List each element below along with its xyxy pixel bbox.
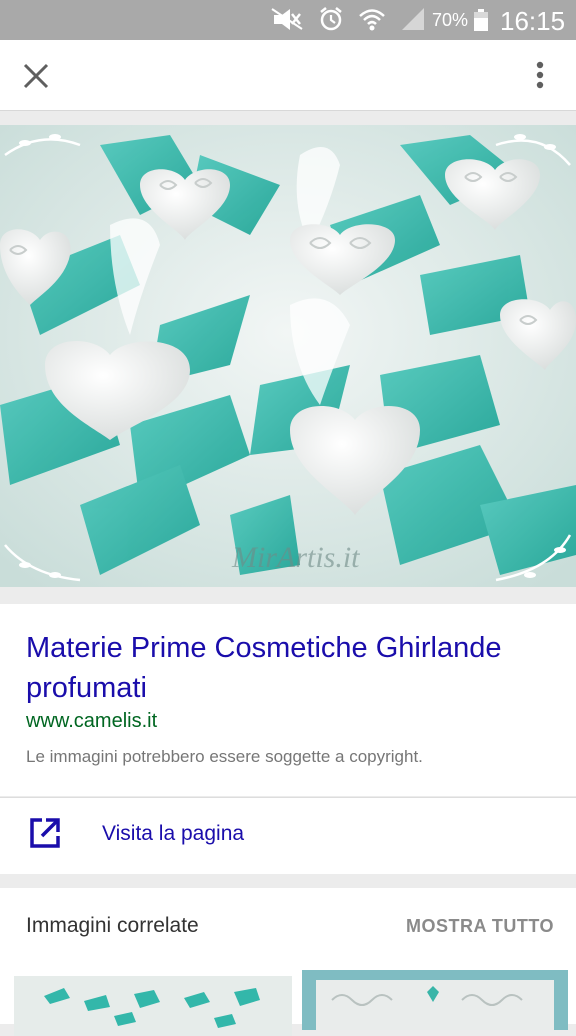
thumbnail-image [302,970,568,1030]
image-watermark: MirArtis.it [231,541,360,574]
thumbnail-image [14,976,292,1036]
top-app-bar [0,40,576,111]
related-thumbnail[interactable] [14,976,292,1036]
result-title[interactable]: Materie Prime Cosmetiche Ghirlande profu… [26,628,556,708]
battery-icon [474,9,488,31]
battery-percent: 70% [432,10,469,30]
status-bar: 70% 16:15 [0,0,576,40]
copyright-note: Le immagini potrebbero essere soggette a… [26,747,423,766]
related-thumbnail[interactable] [302,970,568,1030]
mute-icon [271,8,303,30]
more-vert-icon[interactable] [528,60,552,92]
wifi-icon [359,9,385,31]
clock: 16:15 [500,6,566,36]
show-all-button[interactable]: MOSTRA TUTTO [406,916,554,937]
signal-icon [402,8,424,30]
favor-photo: MirArtis.it [0,125,576,587]
result-info-card: Materie Prime Cosmetiche Ghirlande profu… [0,604,576,796]
result-url[interactable]: www.camelis.it [26,710,157,733]
alarm-icon [320,7,342,31]
result-image[interactable]: MirArtis.it [0,125,576,587]
related-images-title: Immagini correlate [26,914,199,937]
related-images-section: Immagini correlate MOSTRA TUTTO [0,888,576,1036]
visit-page-button[interactable]: Visita la pagina [0,797,576,874]
status-icons [270,6,426,32]
open-in-new-icon [30,818,60,848]
close-icon[interactable] [20,60,52,92]
visit-page-label: Visita la pagina [102,822,245,845]
